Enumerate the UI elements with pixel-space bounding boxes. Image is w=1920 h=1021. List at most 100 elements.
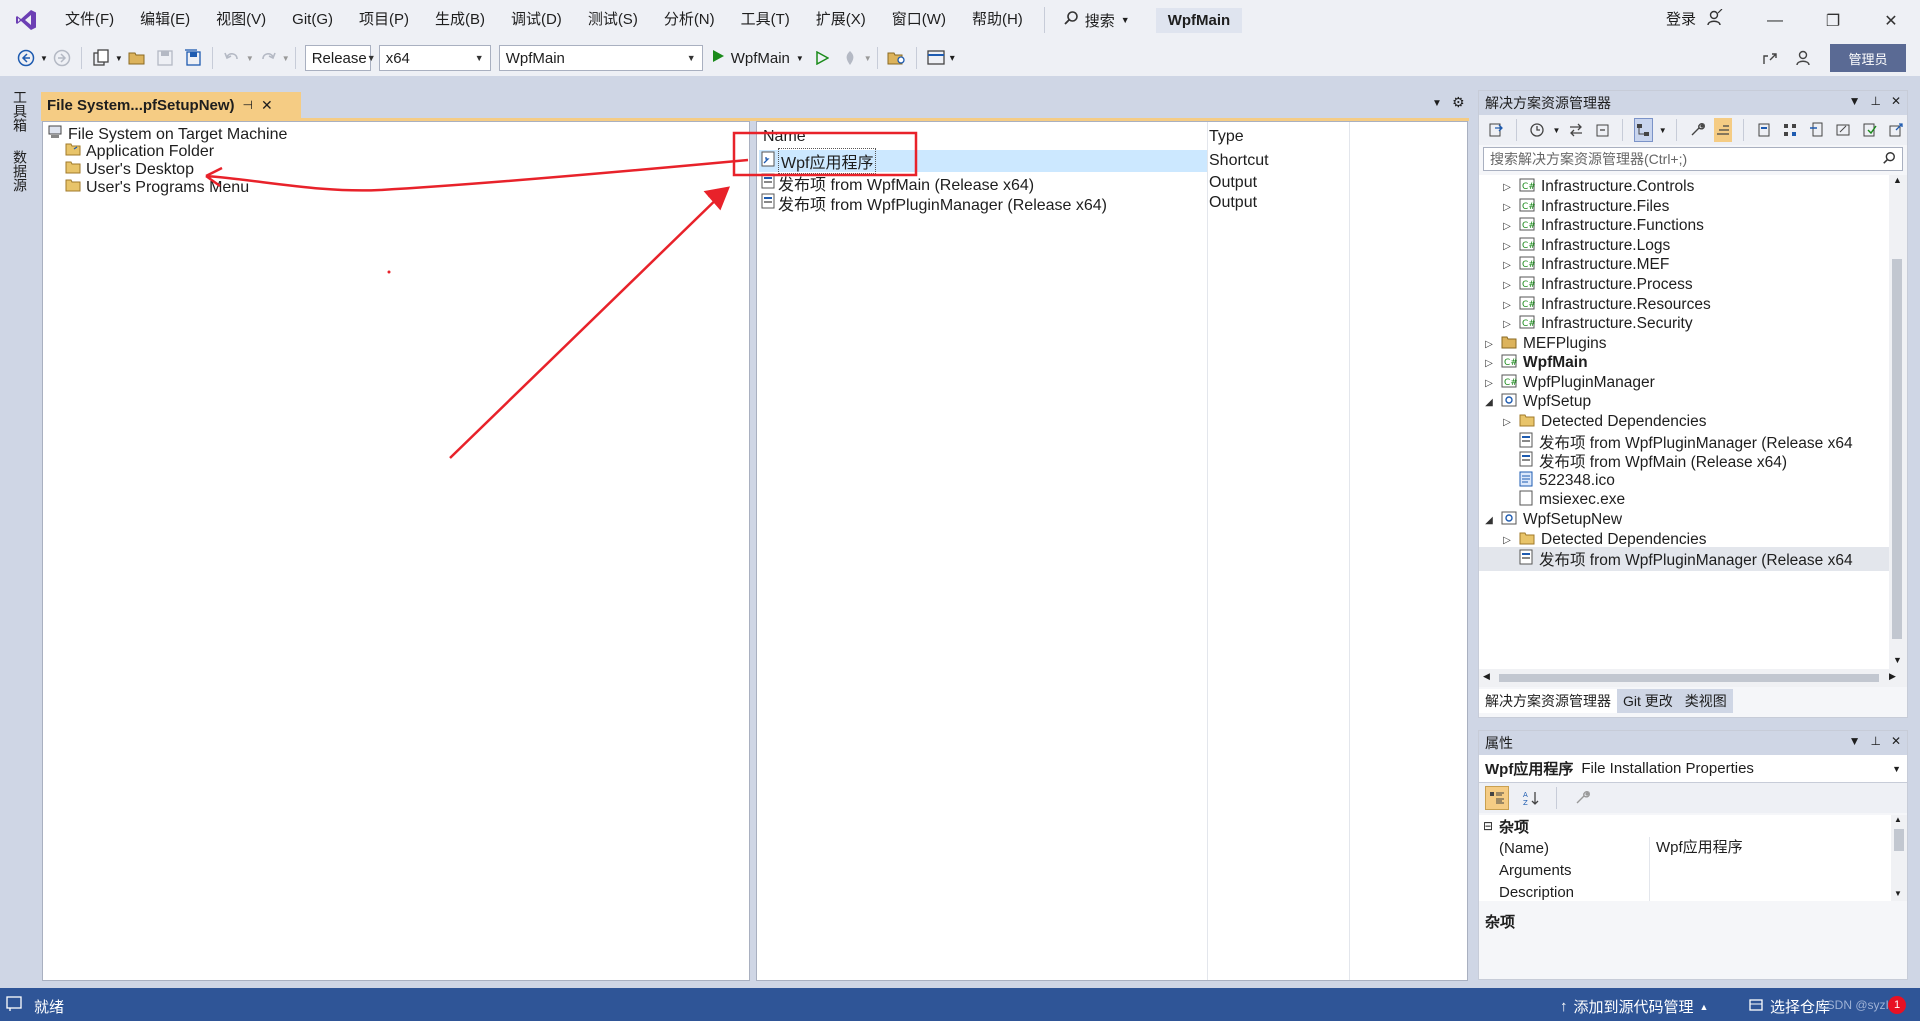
tab-git-changes[interactable]: Git 更改 — [1617, 689, 1679, 713]
expand-arrow-icon[interactable]: ▷ — [1501, 535, 1513, 546]
properties-object-selector[interactable]: Wpf应用程序 File Installation Properties ▼ — [1479, 755, 1907, 783]
data-sources-tab[interactable]: 数据源 — [10, 150, 30, 192]
expand-arrow-icon[interactable]: ▷ — [1483, 358, 1495, 369]
tree-item-users-programs-menu[interactable]: User's Programs Menu — [65, 178, 249, 197]
chevron-down-icon[interactable]: ▼ — [115, 54, 123, 63]
chevron-down-icon[interactable]: ▼ — [864, 54, 872, 63]
menu-debug[interactable]: 调试(D) — [498, 0, 575, 40]
expand-arrow-icon[interactable]: ▷ — [1501, 260, 1513, 271]
menu-test[interactable]: 测试(S) — [575, 0, 651, 40]
expand-arrow-icon[interactable]: ▷ — [1501, 182, 1513, 193]
add-to-source-control-button[interactable]: ↑ 添加到源代码管理 ▲ — [1560, 996, 1708, 1017]
column-header-name[interactable]: Name — [763, 128, 806, 146]
search-menu[interactable]: 搜索 ▼ — [1053, 10, 1140, 31]
menu-build[interactable]: 生成(B) — [422, 0, 498, 40]
gear-icon[interactable]: ⚙ — [1452, 94, 1465, 111]
property-row[interactable]: Description — [1479, 881, 1891, 901]
notification-bell-icon[interactable]: 1 — [1888, 996, 1906, 1014]
start-debugging-button[interactable]: WpfMain ▼ — [711, 49, 804, 67]
solution-explorer-search-input[interactable]: 搜索解决方案资源管理器(Ctrl+;) — [1483, 147, 1903, 171]
menu-analyze[interactable]: 分析(N) — [651, 0, 728, 40]
list-row[interactable]: Wpf应用程序 Shortcut — [761, 148, 1269, 174]
file-system-editor-icon[interactable] — [1755, 118, 1773, 142]
user-interface-editor-icon[interactable] — [1834, 118, 1852, 142]
scroll-down-icon[interactable]: ▼ — [1894, 889, 1902, 898]
expand-arrow-icon[interactable]: ▷ — [1501, 202, 1513, 213]
registry-editor-icon[interactable] — [1781, 118, 1799, 142]
open-folder-icon[interactable] — [125, 46, 149, 70]
status-panel-icon[interactable] — [6, 996, 22, 1016]
redo-icon[interactable] — [256, 46, 280, 70]
categorized-icon[interactable] — [1485, 786, 1509, 810]
account-settings-icon[interactable] — [1706, 8, 1724, 31]
menu-window[interactable]: 窗口(W) — [879, 0, 959, 40]
visual-studio-logo-icon[interactable] — [0, 0, 52, 40]
minimize-icon[interactable]: — — [1762, 8, 1788, 34]
navigate-back-icon[interactable] — [14, 46, 38, 70]
scroll-down-icon[interactable]: ▼ — [1893, 655, 1902, 665]
expand-arrow-icon[interactable]: ▷ — [1501, 319, 1513, 330]
tree-item-users-desktop[interactable]: User's Desktop — [65, 160, 194, 179]
hot-reload-icon[interactable] — [838, 46, 862, 70]
chevron-down-icon[interactable]: ▼ — [40, 54, 48, 63]
scroll-left-icon[interactable]: ◀ — [1483, 671, 1490, 682]
expand-arrow-icon[interactable]: ▷ — [1501, 241, 1513, 252]
menu-view[interactable]: 视图(V) — [203, 0, 279, 40]
collapse-arrow-icon[interactable]: ◢ — [1483, 397, 1495, 408]
scrollbar-thumb[interactable] — [1499, 674, 1879, 682]
restore-icon[interactable]: ❐ — [1820, 8, 1846, 34]
property-grid-scrollbar[interactable]: ▲ ▼ — [1891, 815, 1907, 901]
property-row[interactable]: (Name) Wpf应用程序 — [1479, 837, 1891, 859]
new-project-icon[interactable] — [89, 46, 113, 70]
alphabetical-icon[interactable]: AZ — [1519, 786, 1543, 810]
launch-conditions-editor-icon[interactable] — [1887, 118, 1905, 142]
pin-icon[interactable]: ⊥ — [1870, 94, 1880, 108]
window-layout-icon[interactable] — [924, 46, 948, 70]
close-icon[interactable]: ✕ — [1891, 94, 1901, 108]
property-category[interactable]: ⊟ 杂项 — [1479, 815, 1891, 837]
property-row[interactable]: Arguments — [1479, 859, 1891, 881]
pin-icon[interactable]: ⊥ — [1870, 734, 1880, 748]
close-tab-icon[interactable]: ✕ — [261, 97, 273, 114]
start-without-debugging-icon[interactable] — [810, 46, 834, 70]
configuration-select[interactable]: Release ▼ — [304, 45, 376, 71]
wrench-icon[interactable] — [1687, 118, 1705, 142]
show-all-files-icon[interactable] — [1633, 118, 1653, 142]
column-header-type[interactable]: Type — [1209, 128, 1244, 146]
login-link[interactable]: 登录 — [1666, 8, 1696, 29]
window-position-icon[interactable]: ▼ — [1849, 94, 1861, 108]
platform-select[interactable]: x64 ▼ — [378, 45, 491, 71]
menu-project[interactable]: 项目(P) — [346, 0, 422, 40]
tree-item-application-folder[interactable]: Application Folder — [65, 142, 214, 161]
expand-arrow-icon[interactable]: ▷ — [1501, 280, 1513, 291]
collapse-icon[interactable]: ⊟ — [1483, 819, 1493, 833]
column-divider[interactable] — [1349, 122, 1350, 980]
scroll-up-icon[interactable]: ▲ — [1893, 175, 1902, 185]
scroll-right-icon[interactable]: ▶ — [1889, 671, 1896, 682]
collapse-arrow-icon[interactable]: ◢ — [1483, 515, 1495, 526]
menu-file[interactable]: 文件(F) — [52, 0, 127, 40]
sync-with-document-icon[interactable] — [1566, 118, 1584, 142]
chevron-down-icon[interactable]: ▼ — [246, 54, 254, 63]
tab-class-view[interactable]: 类视图 — [1678, 689, 1733, 713]
expand-arrow-icon[interactable]: ▷ — [1501, 221, 1513, 232]
menu-edit[interactable]: 编辑(E) — [127, 0, 203, 40]
startup-project-select[interactable]: WpfMain ▼ — [498, 45, 703, 71]
menu-git[interactable]: Git(G) — [279, 0, 346, 40]
expand-arrow-icon[interactable]: ▷ — [1483, 378, 1495, 389]
list-row[interactable]: 发布项 from WpfPluginManager (Release x64) … — [761, 192, 1257, 214]
preview-selected-items-icon[interactable] — [1713, 118, 1733, 142]
vertical-scrollbar[interactable]: ▲ ▼ — [1889, 175, 1907, 669]
administrator-badge[interactable]: 管理员 — [1830, 44, 1906, 72]
toolbox-tab[interactable]: 工具箱 — [10, 90, 30, 132]
search-icon[interactable] — [1882, 151, 1896, 168]
property-value[interactable] — [1649, 859, 1656, 881]
tab-solution-explorer[interactable]: 解决方案资源管理器 — [1479, 689, 1617, 713]
expand-arrow-icon[interactable]: ▷ — [1483, 339, 1495, 350]
menu-extensions[interactable]: 扩展(X) — [803, 0, 879, 40]
feedback-icon[interactable] — [1792, 46, 1816, 70]
property-pages-icon[interactable] — [1570, 786, 1594, 810]
expand-arrow-icon[interactable]: ▷ — [1501, 417, 1513, 428]
collapse-all-icon[interactable] — [1593, 118, 1611, 142]
live-share-icon[interactable] — [1758, 46, 1782, 70]
